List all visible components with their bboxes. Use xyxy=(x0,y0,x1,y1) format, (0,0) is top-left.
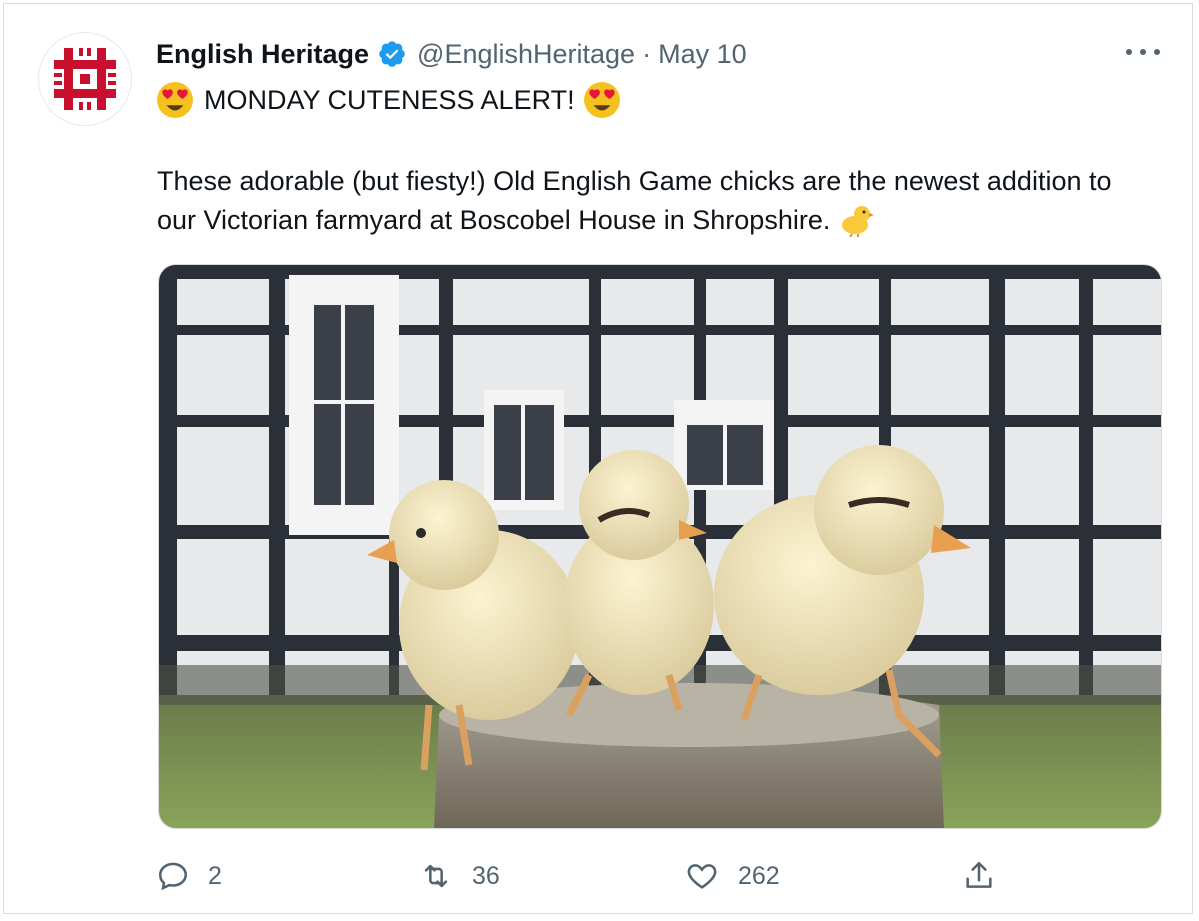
like-count: 262 xyxy=(738,861,780,890)
tweet-first-line: MONDAY CUTENESS ALERT! xyxy=(156,78,621,122)
tweet-body: These adorable (but fiesty!) Old English… xyxy=(157,162,1157,240)
tweet-header: English Heritage @EnglishHeritage · May … xyxy=(156,34,747,74)
avatar[interactable] xyxy=(38,32,132,126)
separator-dot: · xyxy=(642,38,652,69)
heart-icon xyxy=(687,864,717,889)
heart-eyes-emoji-icon xyxy=(157,82,193,118)
reply-button[interactable]: 2 xyxy=(156,854,222,898)
english-heritage-logo-icon xyxy=(54,48,116,110)
tweet-headline: MONDAY CUTENESS ALERT! xyxy=(204,84,575,115)
like-button[interactable]: 262 xyxy=(684,854,780,898)
more-options-icon[interactable] xyxy=(1126,40,1160,64)
tweet-date[interactable]: May 10 xyxy=(658,39,747,70)
retweet-count: 36 xyxy=(472,861,500,890)
verified-badge-icon xyxy=(377,39,407,69)
author-handle[interactable]: @EnglishHeritage xyxy=(417,39,635,70)
heart-eyes-emoji-icon xyxy=(583,82,620,118)
retweet-button[interactable]: 36 xyxy=(418,854,500,898)
chicks-photo-image xyxy=(159,265,1161,828)
author-name[interactable]: English Heritage xyxy=(156,39,369,70)
tweet-actions: 2 36 262 xyxy=(156,854,1016,898)
tweet-photo[interactable] xyxy=(158,264,1162,829)
share-button[interactable] xyxy=(962,854,996,898)
tweet-card[interactable]: English Heritage @EnglishHeritage · May … xyxy=(3,3,1193,914)
tweet-body-text: These adorable (but fiesty!) Old English… xyxy=(157,166,1112,235)
reply-count: 2 xyxy=(208,861,222,890)
share-icon xyxy=(966,861,992,888)
retweet-icon xyxy=(424,864,448,888)
reply-icon xyxy=(158,862,188,891)
baby-chick-emoji-icon xyxy=(842,206,875,237)
